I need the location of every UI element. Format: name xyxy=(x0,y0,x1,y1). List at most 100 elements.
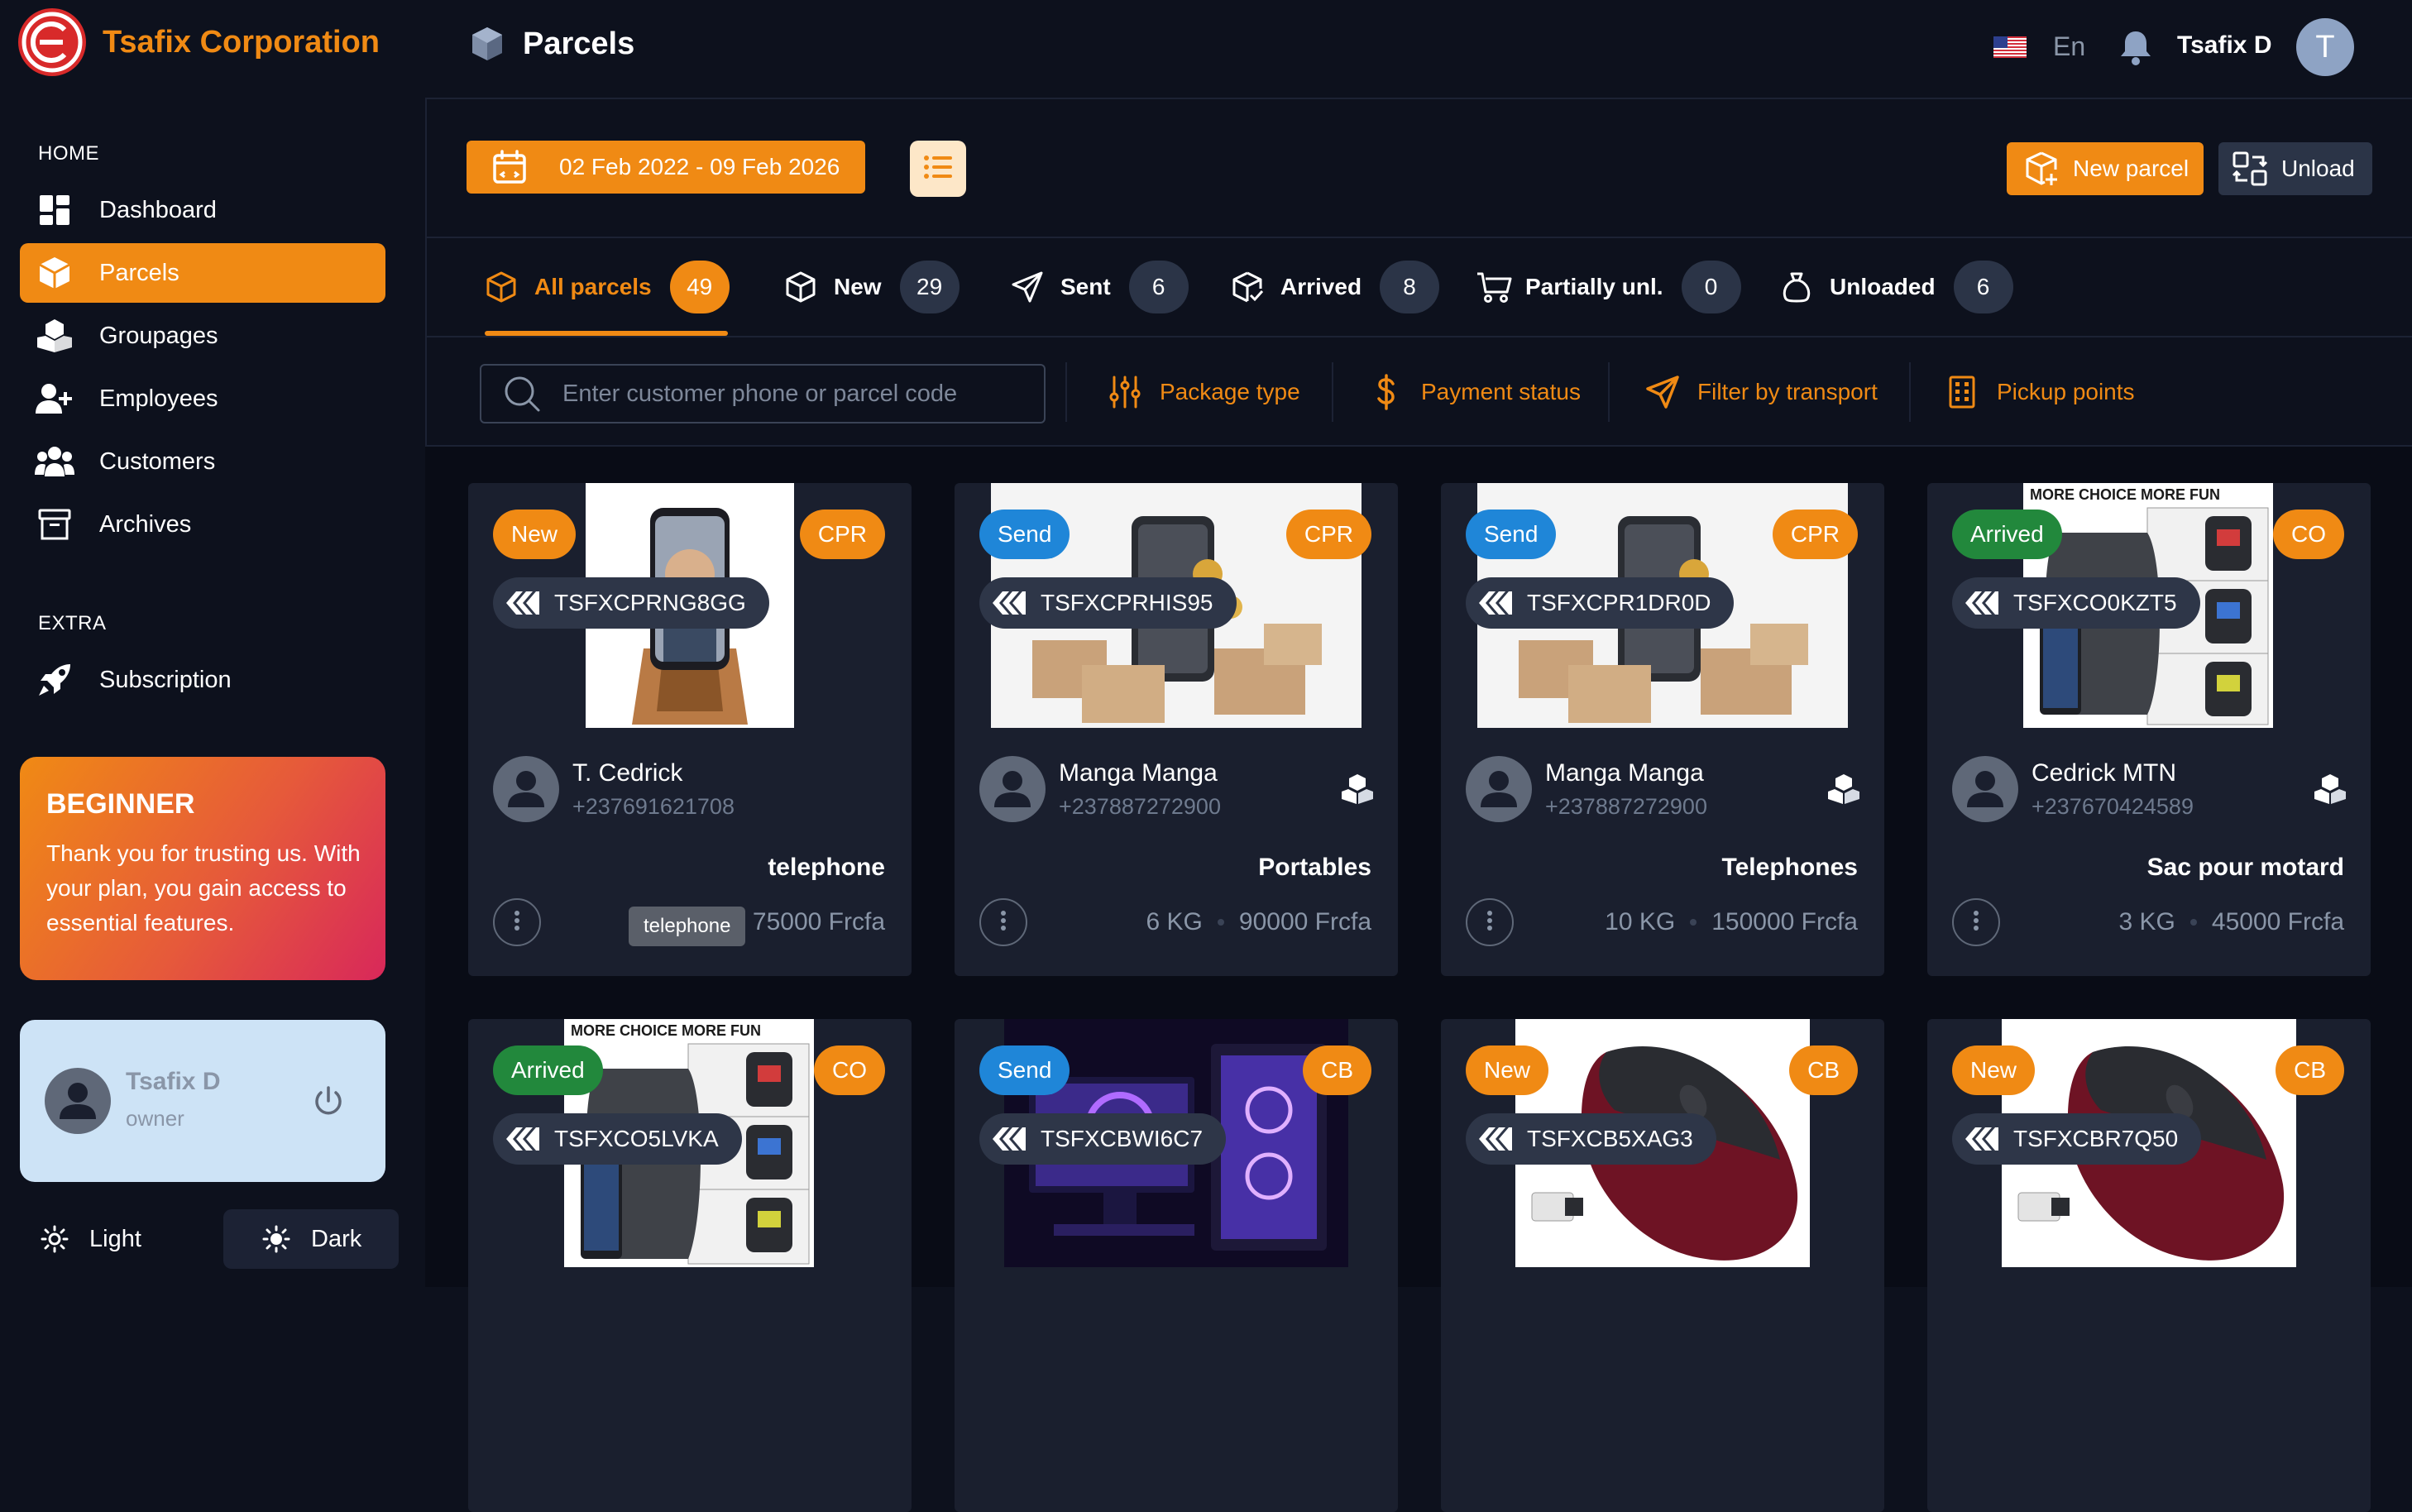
user-add-icon xyxy=(35,379,74,419)
dashboard-icon xyxy=(35,190,74,230)
avatar xyxy=(1952,756,2018,822)
package-type-filter[interactable]: Package type xyxy=(1107,371,1300,414)
sidebar-item-parcels[interactable]: Parcels xyxy=(20,243,385,303)
pickup-points-filter[interactable]: Pickup points xyxy=(1944,371,2135,414)
tab-partially-unloaded[interactable]: Partially unl. 0 xyxy=(1476,258,1741,316)
parcel-card[interactable]: Send CB TSFXCBWI6C7 xyxy=(955,1019,1398,1512)
sidebar-item-label: Dashboard xyxy=(99,196,217,223)
parcel-code-text: TSFXCPRHIS95 xyxy=(1041,590,1213,615)
header-user-name[interactable]: Tsafix D xyxy=(2177,31,2271,60)
customer-name: Cedrick MTN xyxy=(2032,759,2177,787)
category-badge: CPR xyxy=(799,510,885,559)
box-icon xyxy=(784,270,817,304)
transport-filter[interactable]: Filter by transport xyxy=(1644,371,1878,414)
tab-count-badge: 6 xyxy=(1128,261,1189,313)
more-options-button[interactable] xyxy=(493,898,541,946)
filter-divider xyxy=(1608,362,1610,422)
parcel-weight: 6 KG xyxy=(1146,908,1203,935)
parcel-card[interactable]: MORE CHOICE MORE FUN Arrived CO TSFXCO0K… xyxy=(1927,483,2371,976)
transport-label: Filter by transport xyxy=(1697,379,1878,404)
more-options-button[interactable] xyxy=(1466,898,1514,946)
customer-phone: +237670424589 xyxy=(2032,794,2194,819)
parcel-code[interactable]: TSFXCBR7Q50 xyxy=(1952,1113,2202,1165)
status-badge: New xyxy=(493,510,577,559)
tab-new[interactable]: New 29 xyxy=(784,258,960,316)
payment-status-filter[interactable]: Payment status xyxy=(1368,371,1581,414)
sidebar-item-dashboard[interactable]: Dashboard xyxy=(20,180,385,240)
avatar xyxy=(1466,756,1532,822)
tag-icon xyxy=(505,1124,541,1154)
parcel-code[interactable]: TSFXCO0KZT5 xyxy=(1952,577,2200,629)
tag-icon xyxy=(1964,1124,2000,1154)
parcel-card[interactable]: Send CPR TSFXCPRHIS95 Manga Manga +23788… xyxy=(955,483,1398,976)
sidebar-item-subscription[interactable]: Subscription xyxy=(20,650,385,710)
parcel-weight: 3 KG xyxy=(2118,908,2175,935)
dollar-icon xyxy=(1368,374,1405,410)
unload-label: Unload xyxy=(2281,156,2355,181)
more-options-button[interactable] xyxy=(979,898,1027,946)
unload-button[interactable]: Unload xyxy=(2218,142,2372,195)
search-icon xyxy=(503,375,541,413)
tab-arrived[interactable]: Arrived 8 xyxy=(1231,258,1440,316)
new-parcel-button[interactable]: New parcel xyxy=(2007,142,2204,195)
parcel-price: 45000 Frcfa xyxy=(2211,908,2344,935)
theme-light-button[interactable]: Light xyxy=(38,1209,203,1269)
parcel-code[interactable]: TSFXCB5XAG3 xyxy=(1466,1113,1716,1165)
tab-unloaded[interactable]: Unloaded 6 xyxy=(1780,258,2013,316)
separator-dot xyxy=(1690,919,1697,926)
tab-all-parcels[interactable]: All parcels 49 xyxy=(485,258,730,316)
tooltip: telephone xyxy=(629,907,746,946)
customer-name: T. Cedrick xyxy=(572,759,683,787)
parcel-card[interactable]: MORE CHOICE MORE FUN Arrived CO TSFXCO5L… xyxy=(468,1019,912,1512)
category-badge: CO xyxy=(814,1045,885,1095)
tab-count-badge: 49 xyxy=(669,261,730,313)
nav-heading-home: HOME xyxy=(38,142,99,165)
parcel-grid: New CPR TSFXCPRNG8GG T. Cedrick +2376916… xyxy=(425,447,2412,1512)
user-card: Tsafix D owner xyxy=(20,1020,385,1182)
package-type-label: Package type xyxy=(1160,379,1300,404)
theme-dark-button[interactable]: Dark xyxy=(223,1209,399,1269)
unload-icon xyxy=(2232,151,2268,187)
date-range-button[interactable]: 02 Feb 2022 - 09 Feb 2026 xyxy=(467,141,865,194)
category-badge: CO xyxy=(2273,510,2344,559)
parcel-card[interactable]: New CB TSFXCB5XAG3 xyxy=(1441,1019,1884,1512)
tab-count-badge: 8 xyxy=(1380,261,1440,313)
parcel-code[interactable]: TSFXCO5LVKA xyxy=(493,1113,742,1165)
status-badge: Arrived xyxy=(1952,510,2062,559)
parcel-code[interactable]: TSFXCPRHIS95 xyxy=(979,577,1237,629)
bell-icon[interactable] xyxy=(2118,28,2154,66)
search-box[interactable] xyxy=(480,364,1046,423)
tab-sent[interactable]: Sent 6 xyxy=(1011,258,1189,316)
language-selector[interactable]: En xyxy=(2053,31,2085,62)
parcel-name: telephone xyxy=(768,854,885,881)
customer-name: Manga Manga xyxy=(1059,759,1218,787)
sidebar-item-employees[interactable]: Employees xyxy=(20,369,385,428)
sidebar-item-archives[interactable]: Archives xyxy=(20,495,385,554)
avatar[interactable]: T xyxy=(2296,18,2354,76)
parcel-code[interactable]: TSFXCBWI6C7 xyxy=(979,1113,1227,1165)
avatar xyxy=(45,1068,111,1134)
page-title: Parcels xyxy=(468,25,634,63)
category-badge: CB xyxy=(1789,1045,1858,1095)
sidebar-item-groupages[interactable]: Groupages xyxy=(20,306,385,366)
parcel-card[interactable]: New CB TSFXCBR7Q50 xyxy=(1927,1019,2371,1512)
boxes-icon xyxy=(35,316,74,356)
tab-label: Arrived xyxy=(1280,274,1362,299)
parcel-code[interactable]: TSFXCPR1DR0D xyxy=(1466,577,1735,629)
parcel-card[interactable]: Send CPR TSFXCPR1DR0D Manga Manga +23788… xyxy=(1441,483,1884,976)
more-options-button[interactable] xyxy=(1952,898,2000,946)
parcel-code[interactable]: TSFXCPRNG8GG xyxy=(493,577,769,629)
box-check-icon xyxy=(1231,270,1264,304)
cube-icon xyxy=(35,253,74,293)
search-input[interactable] xyxy=(561,379,1027,409)
us-flag-icon[interactable] xyxy=(1993,36,2027,58)
brand[interactable]: Tsafix Corporation xyxy=(18,8,380,76)
sidebar-item-customers[interactable]: Customers xyxy=(20,432,385,491)
parcel-card[interactable]: New CPR TSFXCPRNG8GG T. Cedrick +2376916… xyxy=(468,483,912,976)
category-badge: CPR xyxy=(1285,510,1371,559)
power-icon[interactable] xyxy=(308,1081,349,1122)
list-view-button[interactable] xyxy=(910,141,966,197)
user-name: Tsafix D xyxy=(126,1068,221,1095)
tab-label: All parcels xyxy=(534,274,652,299)
parcel-code-text: TSFXCB5XAG3 xyxy=(1527,1126,1693,1151)
